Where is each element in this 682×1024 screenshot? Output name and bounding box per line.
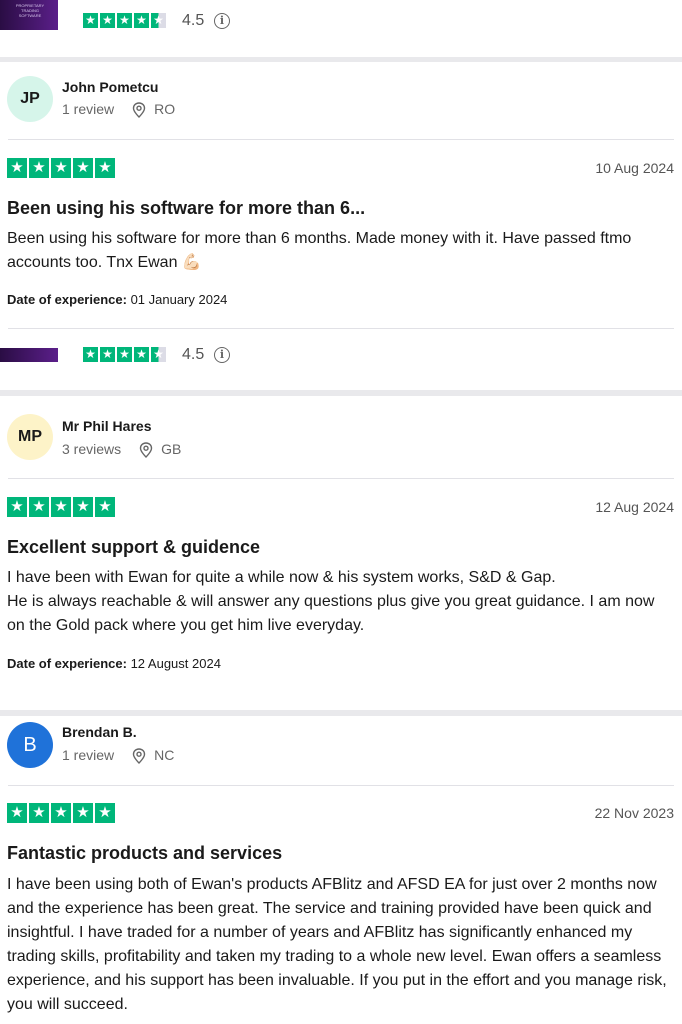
star-icon: ★ xyxy=(83,347,98,362)
review-body: Been using his software for more than 6 … xyxy=(7,230,632,271)
star-icon: ★ xyxy=(7,803,27,823)
company-rating-stars: ★ ★ ★ ★ ★ xyxy=(83,13,166,28)
star-icon: ★ xyxy=(51,497,71,517)
star-icon: ★ xyxy=(7,158,27,178)
star-half-icon: ★ xyxy=(151,347,166,362)
company-rating-value: 4.5 xyxy=(182,346,205,363)
company-rating-value: 4.5 xyxy=(182,12,205,29)
star-icon: ★ xyxy=(100,13,115,28)
divider xyxy=(8,139,674,140)
review-card: B Brendan B. 1 review NC ★ ★ ★ ★ ★ 22 No… xyxy=(0,716,682,1024)
reviewer-name[interactable]: Brendan B. xyxy=(62,724,137,740)
star-icon: ★ xyxy=(95,803,115,823)
reviewer-meta: 1 review RO xyxy=(62,101,176,118)
info-icon[interactable]: i xyxy=(214,13,230,29)
reviewer-meta: 1 review NC xyxy=(62,747,175,764)
avatar[interactable]: B xyxy=(7,722,53,768)
star-icon: ★ xyxy=(95,158,115,178)
star-icon: ★ xyxy=(29,803,49,823)
reviewer-country: GB xyxy=(161,441,182,457)
experience-date: 12 August 2024 xyxy=(130,656,221,671)
star-icon: ★ xyxy=(73,158,93,178)
avatar[interactable]: MP xyxy=(7,414,53,460)
review-count: 1 review xyxy=(62,747,115,763)
review-stars: ★ ★ ★ ★ ★ xyxy=(7,803,115,823)
review-title[interactable]: Excellent support & guidence xyxy=(7,537,260,558)
review-stars: ★ ★ ★ ★ ★ xyxy=(7,497,115,517)
location-pin-icon xyxy=(132,748,146,764)
reviewer-country: RO xyxy=(154,101,176,117)
star-icon: ★ xyxy=(95,497,115,517)
review-count: 3 reviews xyxy=(62,441,122,457)
avatar-initials: MP xyxy=(18,428,42,445)
review-count: 1 review xyxy=(62,101,115,117)
star-icon: ★ xyxy=(29,497,49,517)
review-card: JP John Pometcu 1 review RO ★ ★ ★ ★ ★ 10… xyxy=(0,62,682,390)
date-of-experience: Date of experience: 01 January 2024 xyxy=(7,292,227,307)
star-icon: ★ xyxy=(134,347,149,362)
experience-label: Date of experience: xyxy=(7,292,127,307)
divider xyxy=(8,478,674,479)
review-body: I have been with Ewan for quite a while … xyxy=(7,566,675,638)
star-icon: ★ xyxy=(29,158,49,178)
reviewer-country: NC xyxy=(154,747,175,763)
company-rating-card-top: PROPRIETARY TRADING SOFTWARE ★ ★ ★ ★ ★ 4… xyxy=(0,0,682,57)
location-pin-icon xyxy=(139,442,153,458)
star-half-icon: ★ xyxy=(151,13,166,28)
avatar-initials: B xyxy=(23,733,37,756)
star-icon: ★ xyxy=(134,13,149,28)
star-icon: ★ xyxy=(73,497,93,517)
company-logo[interactable]: PROPRIETARY TRADING SOFTWARE xyxy=(0,0,58,30)
star-icon: ★ xyxy=(83,13,98,28)
date-of-experience: Date of experience: 12 August 2024 xyxy=(7,656,221,671)
review-body-line: He is always reachable & will answer any… xyxy=(7,593,655,634)
reviewer-name[interactable]: John Pometcu xyxy=(62,79,158,95)
review-date: 10 Aug 2024 xyxy=(595,160,674,176)
reviewer-name[interactable]: Mr Phil Hares xyxy=(62,418,151,434)
avatar-initials: JP xyxy=(20,90,40,107)
company-rating-stars: ★ ★ ★ ★ ★ xyxy=(83,347,166,362)
company-logo[interactable] xyxy=(0,348,58,362)
avatar[interactable]: JP xyxy=(7,76,53,122)
star-icon: ★ xyxy=(51,803,71,823)
star-icon: ★ xyxy=(51,158,71,178)
star-icon: ★ xyxy=(7,497,27,517)
review-title[interactable]: Fantastic products and services xyxy=(7,843,282,864)
divider xyxy=(8,328,674,329)
review-title[interactable]: Been using his software for more than 6.… xyxy=(7,198,365,219)
review-body: I have been using both of Ewan's product… xyxy=(7,876,667,1013)
reviewer-meta: 3 reviews GB xyxy=(62,441,182,458)
star-icon: ★ xyxy=(117,347,132,362)
review-body-line: I have been with Ewan for quite a while … xyxy=(7,569,556,586)
review-card: MP Mr Phil Hares 3 reviews GB ★ ★ ★ ★ ★ … xyxy=(0,396,682,710)
experience-label: Date of experience: xyxy=(7,656,127,671)
experience-date: 01 January 2024 xyxy=(130,292,228,307)
review-stars: ★ ★ ★ ★ ★ xyxy=(7,158,115,178)
star-icon: ★ xyxy=(117,13,132,28)
info-icon[interactable]: i xyxy=(214,347,230,363)
star-icon: ★ xyxy=(73,803,93,823)
company-logo-text: PROPRIETARY TRADING SOFTWARE xyxy=(15,3,45,18)
star-icon: ★ xyxy=(100,347,115,362)
review-date: 22 Nov 2023 xyxy=(594,805,674,821)
location-pin-icon xyxy=(132,102,146,118)
review-date: 12 Aug 2024 xyxy=(595,499,674,515)
divider xyxy=(8,785,674,786)
